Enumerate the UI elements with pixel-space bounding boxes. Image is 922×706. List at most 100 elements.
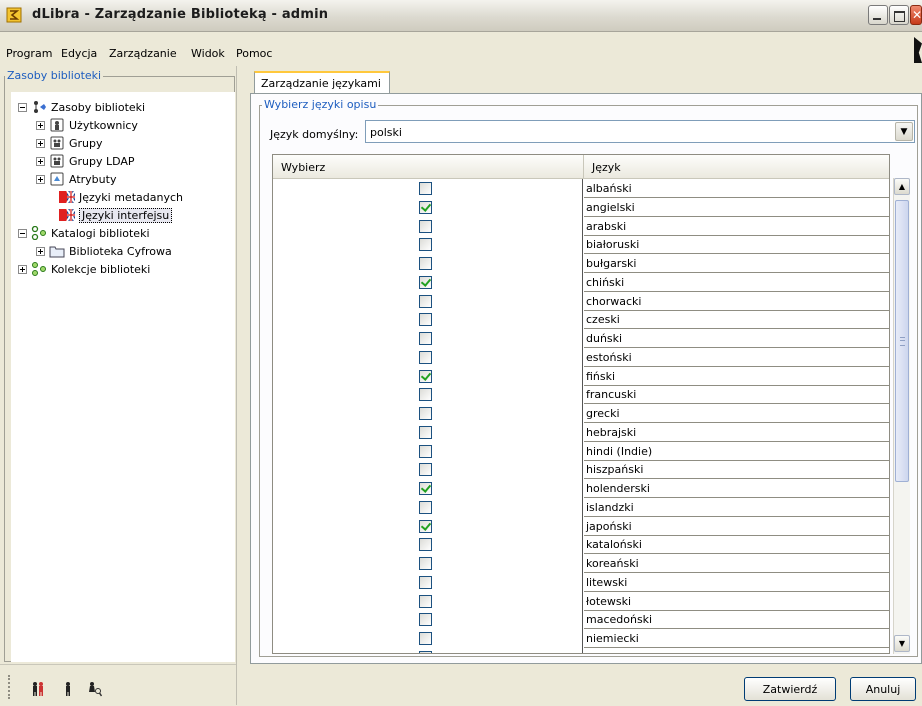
cancel-button[interactable]: Anuluj: [850, 677, 916, 701]
table-row[interactable]: hindi (Indie): [273, 441, 889, 461]
maximize-button[interactable]: [889, 5, 909, 25]
close-button[interactable]: ✕: [910, 5, 922, 25]
language-checkbox[interactable]: [419, 482, 432, 495]
table-row[interactable]: duński: [273, 329, 889, 348]
language-checkbox[interactable]: [419, 407, 432, 420]
table-row[interactable]: albański: [273, 179, 889, 198]
language-checkbox[interactable]: [419, 388, 432, 402]
languages-table[interactable]: Wybierz Język albański angielski arabski bi…: [272, 154, 890, 654]
table-row[interactable]: hiszpański: [273, 460, 889, 480]
table-row[interactable]: bułgarski: [273, 254, 889, 273]
scroll-up-button[interactable]: ▲: [894, 178, 910, 195]
resources-tree[interactable]: Zasoby biblioteki Użytkownicy Grupy Grup…: [11, 92, 235, 662]
menu-program[interactable]: Program: [6, 47, 52, 60]
panel-splitter[interactable]: [236, 66, 247, 705]
tree-item-zasoby-biblioteki[interactable]: Zasoby biblioteki: [18, 98, 145, 116]
table-row[interactable]: japoński: [273, 516, 889, 536]
language-checkbox[interactable]: [419, 594, 432, 608]
language-checkbox[interactable]: [419, 238, 432, 252]
expand-icon[interactable]: [36, 156, 45, 166]
tree-item-kolekcje-biblioteki[interactable]: Kolekcje biblioteki: [18, 260, 150, 278]
table-row[interactable]: kataloński: [273, 535, 889, 555]
default-language-select[interactable]: polski ▼: [365, 120, 915, 143]
menu-pomoc[interactable]: Pomoc: [236, 47, 272, 60]
tree-item-grupy[interactable]: Grupy: [36, 134, 103, 152]
column-header-wybierz[interactable]: Wybierz: [273, 155, 584, 179]
confirm-button[interactable]: Zatwierdź: [744, 677, 836, 701]
tab-zarzadzanie-jezykami[interactable]: Zarządzanie językami: [254, 71, 390, 93]
language-checkbox[interactable]: [419, 575, 432, 589]
language-checkbox[interactable]: [419, 500, 432, 514]
language-checkbox[interactable]: [419, 444, 432, 458]
expand-icon[interactable]: [36, 174, 45, 184]
table-row[interactable]: norweski: [273, 647, 889, 653]
tree-item-uzytkownicy[interactable]: Użytkownicy: [36, 116, 138, 134]
language-checkbox[interactable]: [419, 182, 432, 195]
table-row[interactable]: chiński: [273, 272, 889, 292]
tree-item-grupy-ldap[interactable]: Grupy LDAP: [36, 152, 135, 170]
table-row[interactable]: islandzki: [273, 497, 889, 517]
language-checkbox[interactable]: [419, 538, 432, 552]
expand-icon[interactable]: [36, 120, 45, 130]
toolbar-grip[interactable]: [8, 675, 14, 699]
tree-item-atrybuty[interactable]: Atrybuty: [36, 170, 116, 188]
language-checkbox[interactable]: [419, 557, 432, 570]
language-checkbox[interactable]: [419, 519, 432, 533]
tree-item-biblioteka-cyfrowa[interactable]: Biblioteka Cyfrowa: [36, 242, 172, 260]
language-checkbox[interactable]: [419, 425, 432, 439]
tree-item-label: Języki metadanych: [79, 190, 183, 204]
language-checkbox[interactable]: [419, 613, 432, 627]
table-row[interactable]: angielski: [273, 197, 889, 217]
minimize-button[interactable]: [868, 5, 888, 25]
table-row[interactable]: koreański: [273, 554, 889, 573]
tree-item-katalogi-biblioteki[interactable]: Katalogi biblioteki: [18, 224, 150, 242]
language-checkbox[interactable]: [419, 369, 432, 383]
language-checkbox[interactable]: [419, 200, 432, 214]
table-row[interactable]: chorwacki: [273, 291, 889, 311]
collapse-icon[interactable]: [18, 102, 27, 112]
scroll-down-button[interactable]: ▼: [894, 635, 910, 652]
expand-icon[interactable]: [18, 264, 27, 274]
table-row[interactable]: macedoński: [273, 610, 889, 630]
language-checkbox[interactable]: [419, 294, 432, 308]
collapse-icon[interactable]: [18, 228, 27, 238]
table-row[interactable]: czeski: [273, 310, 889, 330]
menu-zarzadzanie[interactable]: Zarządzanie: [109, 47, 177, 60]
language-checkbox[interactable]: [419, 350, 432, 364]
table-row[interactable]: estoński: [273, 347, 889, 367]
table-row[interactable]: arabski: [273, 216, 889, 236]
table-scrollbar[interactable]: ▲ ▼: [893, 178, 910, 654]
scroll-thumb[interactable]: [895, 200, 909, 482]
description-languages-group-label: Wybierz języki opisu: [262, 98, 379, 111]
select-cell: [273, 516, 583, 536]
table-row[interactable]: niemiecki: [273, 629, 889, 648]
language-checkbox[interactable]: [419, 632, 432, 645]
table-row[interactable]: łotewski: [273, 591, 889, 611]
expand-icon[interactable]: [36, 138, 45, 148]
table-row[interactable]: francuski: [273, 385, 889, 405]
column-header-jezyk[interactable]: Język: [584, 155, 889, 179]
table-row[interactable]: hebrajski: [273, 422, 889, 442]
table-row[interactable]: fiński: [273, 366, 889, 386]
table-row[interactable]: holenderski: [273, 479, 889, 498]
menu-widok[interactable]: Widok: [191, 47, 225, 60]
language-checkbox[interactable]: [419, 257, 432, 270]
user-search-icon[interactable]: [86, 681, 102, 697]
user-icon[interactable]: [60, 681, 76, 697]
select-cell: [273, 216, 583, 236]
tree-item-jezyki-metadanych[interactable]: Języki metadanych: [59, 188, 183, 206]
language-checkbox[interactable]: [419, 275, 432, 289]
language-checkbox[interactable]: [419, 332, 432, 345]
table-row[interactable]: białoruski: [273, 235, 889, 255]
table-row[interactable]: litewski: [273, 572, 889, 592]
language-checkbox[interactable]: [419, 463, 432, 477]
menu-edycja[interactable]: Edycja: [61, 47, 97, 60]
expand-icon[interactable]: [36, 246, 45, 256]
users-icon[interactable]: [30, 681, 46, 697]
language-checkbox[interactable]: [419, 313, 432, 327]
language-checkbox[interactable]: [419, 650, 432, 653]
table-row[interactable]: grecki: [273, 404, 889, 423]
language-checkbox[interactable]: [419, 219, 432, 233]
tree-item-jezyki-interfejsu[interactable]: Języki interfejsu: [59, 206, 173, 224]
dropdown-button[interactable]: ▼: [895, 122, 913, 141]
